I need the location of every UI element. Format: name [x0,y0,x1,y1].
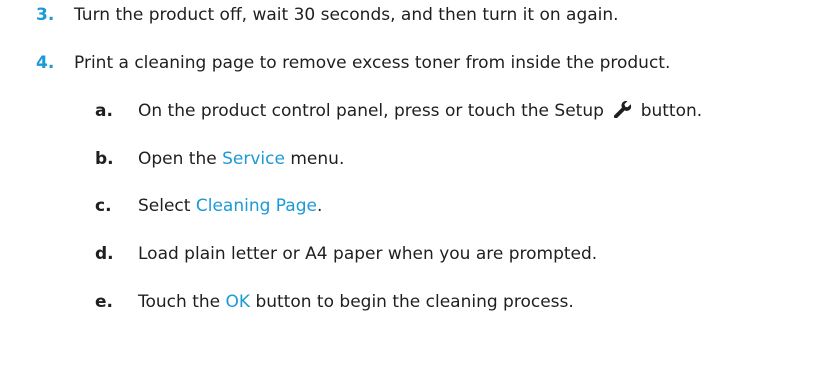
substep-text-before: Open the [138,149,217,169]
substep-e: e. Touch the OK button to begin the clea… [95,292,574,312]
substep-text-after: button. [640,101,703,121]
substep-letter: c. [95,196,112,216]
step-number: 3. [36,5,55,25]
substep-letter: b. [95,149,114,169]
wrench-icon [614,101,632,118]
substep-c: c. Select Cleaning Page. [95,196,322,216]
substep-text-before: Select [138,196,191,216]
substep-text: Select Cleaning Page. [138,196,322,216]
step-text: Turn the product off, wait 30 seconds, a… [74,5,619,25]
substep-text: Load plain letter or A4 paper when you a… [138,244,598,264]
service-menu-link: Service [222,149,285,169]
substep-text-before: On the product control panel, press or t… [138,101,604,121]
substep-text-after: button to begin the cleaning process. [255,292,574,312]
document-page: 3. Turn the product off, wait 30 seconds… [0,0,840,373]
substep-text: Open the Service menu. [138,149,344,169]
step-number: 4. [36,53,55,73]
substep-d: d. Load plain letter or A4 paper when yo… [95,244,597,264]
substep-a: a. On the product control panel, press o… [95,101,702,121]
substep-text-after: . [316,196,323,216]
step-4: 4. Print a cleaning page to remove exces… [36,53,670,73]
step-3: 3. Turn the product off, wait 30 seconds… [36,5,619,25]
substep-letter: d. [95,244,114,264]
step-text: Print a cleaning page to remove excess t… [74,53,671,73]
substep-b: b. Open the Service menu. [95,149,344,169]
ok-button-link: OK [225,292,251,312]
substep-text: Touch the OK button to begin the cleanin… [138,292,574,312]
substep-letter: a. [95,101,113,121]
substep-letter: e. [95,292,113,312]
substep-text-before: Touch the [138,292,221,312]
cleaning-page-link: Cleaning Page [195,196,317,216]
substep-text: On the product control panel, press or t… [138,101,702,121]
substep-text-after: menu. [290,149,345,169]
